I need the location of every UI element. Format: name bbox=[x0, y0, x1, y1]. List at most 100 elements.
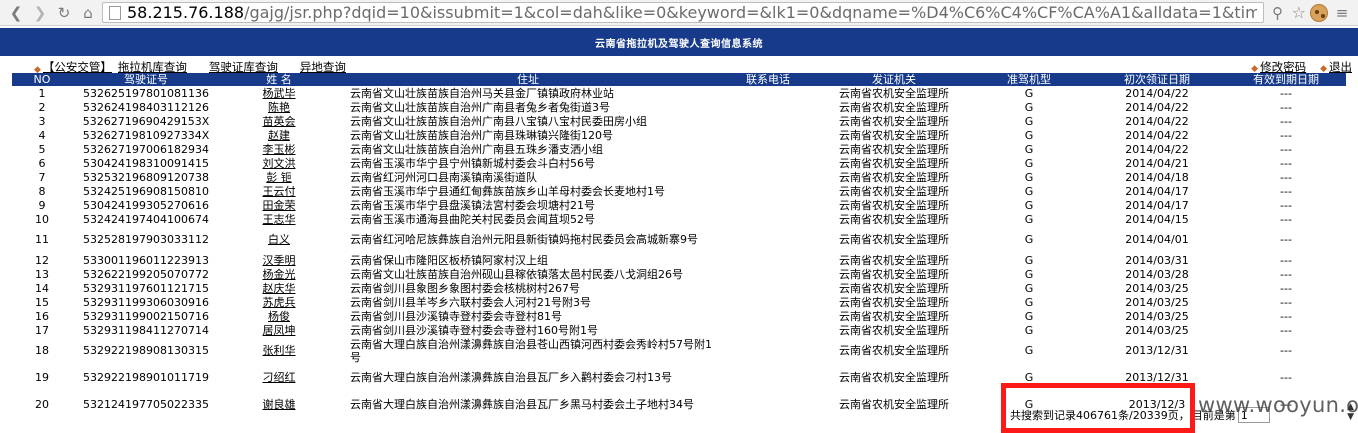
menu-icon[interactable]: ≡ bbox=[1332, 3, 1352, 23]
address-bar[interactable]: 58.215.76.188/gajg/jsr.php?dqid=10&issub… bbox=[102, 2, 1264, 23]
cell-issuing-authority: 云南省农机安全监理所 bbox=[839, 184, 949, 198]
holder-name-link[interactable]: 张利华 bbox=[263, 344, 296, 357]
cell-license-number: 532424197404100674 bbox=[83, 212, 209, 226]
cell-address: 云南省文山壮族苗族自治州马关县金厂镇镇政府林业站 bbox=[350, 86, 614, 100]
cell-row-number: 7 bbox=[38, 170, 46, 184]
cell-vehicle-type: G bbox=[1024, 281, 1034, 295]
search-icon[interactable]: ⚲ bbox=[1268, 3, 1288, 23]
logout-link[interactable]: 退出 bbox=[1329, 60, 1352, 74]
change-password-link[interactable]: 修改密码 bbox=[1260, 60, 1306, 74]
cell-issuing-authority: 云南省农机安全监理所 bbox=[839, 309, 949, 323]
cell-holder-name: 杨武毕 bbox=[220, 86, 338, 100]
holder-name-link[interactable]: 陈艳 bbox=[268, 101, 290, 114]
reload-icon[interactable]: ↻ bbox=[54, 3, 74, 23]
holder-name-link[interactable]: 苏虎兵 bbox=[263, 296, 296, 309]
cell-issuing-authority: 云南省农机安全监理所 bbox=[839, 198, 949, 212]
cell-first-issue-date: 2014/03/25 bbox=[1125, 295, 1189, 309]
table-row: 2 532624198403112126 陈艳 云南省文山壮族苗族自治州广南县者兔乡者… bbox=[12, 100, 1346, 114]
cell-holder-name: 张利华 bbox=[220, 337, 338, 364]
cell-row-number: 16 bbox=[35, 309, 49, 323]
holder-name-link[interactable]: 杨俊 bbox=[268, 310, 290, 323]
holder-name-link[interactable]: 彭 钷 bbox=[266, 171, 292, 184]
license-table: NO 驾驶证号 姓 名 住址 联系电话 发证机关 准驾机型 初次领证日期 有效到… bbox=[12, 73, 1346, 418]
holder-name-link[interactable]: 谢良雄 bbox=[263, 398, 296, 411]
cookie-extension-icon[interactable] bbox=[1310, 3, 1328, 22]
holder-name-link[interactable]: 刁绍红 bbox=[263, 371, 296, 384]
cell-license-number: 532625197801081136 bbox=[83, 86, 209, 100]
cell-first-issue-date: 2014/04/22 bbox=[1125, 100, 1189, 114]
holder-name-link[interactable]: 居凤坤 bbox=[263, 324, 296, 337]
table-row: 3 53262719690429153X 苗英会 云南省文山壮族苗族自治州广南县八宝镇… bbox=[12, 114, 1346, 128]
holder-name-link[interactable]: 白义 bbox=[268, 233, 290, 246]
cell-first-issue-date: 2014/04/22 bbox=[1125, 128, 1189, 142]
cell-first-issue-date: 2014/04/15 bbox=[1125, 212, 1189, 226]
cell-license-number: 532124197705022335 bbox=[83, 398, 209, 411]
cell-first-issue-date: 2013/12/31 bbox=[1125, 344, 1189, 357]
holder-name-link[interactable]: 赵建 bbox=[268, 129, 290, 142]
cell-expiry-date: --- bbox=[1280, 86, 1292, 100]
bookmark-star-icon[interactable]: ☆ bbox=[1292, 3, 1306, 22]
cell-holder-name: 汉季明 bbox=[220, 253, 338, 267]
home-icon[interactable]: ⌂ bbox=[78, 3, 98, 23]
table-row: 4 53262719810927334X 赵建 云南省文山壮族苗族自治州广南县珠琳镇兴… bbox=[12, 128, 1346, 142]
holder-name-link[interactable]: 刘文洪 bbox=[263, 157, 296, 170]
cell-phone bbox=[718, 391, 818, 418]
table-row: 10 532424197404100674 王志华 云南省玉溪市通海县曲陀关村民委员会… bbox=[12, 212, 1346, 226]
cell-license-number: 532622199205070772 bbox=[83, 267, 209, 281]
cell-license-number: 532425196908150810 bbox=[83, 184, 209, 198]
table-row: 18 532922198908130315 张利华 云南省大理白族自治州漾濞彝族自治县… bbox=[12, 337, 1346, 364]
holder-name-link[interactable]: 汉季明 bbox=[263, 254, 296, 267]
cell-issuing-authority: 云南省农机安全监理所 bbox=[839, 371, 949, 384]
col-header-vehicle-type: 准驾机型 bbox=[970, 73, 1088, 86]
col-header-address: 住址 bbox=[338, 73, 718, 86]
back-arrow-icon[interactable]: ❮ bbox=[6, 3, 26, 23]
cell-first-issue-date: 2014/04/01 bbox=[1125, 233, 1189, 246]
holder-name-link[interactable]: 李玉彬 bbox=[263, 143, 296, 156]
cell-vehicle-type: G bbox=[1024, 100, 1034, 114]
cell-address: 云南省文山壮族苗族自治州广南县珠琳镇兴隆街120号 bbox=[350, 128, 613, 142]
cell-first-issue-date: 2014/04/22 bbox=[1125, 114, 1189, 128]
cell-address: 云南省文山壮族苗族自治州广南县五珠乡潘支洒小组 bbox=[350, 142, 603, 156]
holder-name-link[interactable]: 杨武毕 bbox=[263, 87, 296, 100]
scroll-arrows-icon[interactable]: ▲ ▼ bbox=[1347, 402, 1354, 422]
cell-expiry-date: --- bbox=[1280, 295, 1292, 309]
cell-expiry-date: --- bbox=[1280, 198, 1292, 212]
cell-vehicle-type: G bbox=[1024, 114, 1034, 128]
cell-phone bbox=[718, 86, 818, 100]
holder-name-link[interactable]: 王志华 bbox=[263, 213, 296, 226]
cell-row-number: 17 bbox=[35, 323, 49, 337]
col-header-no: NO bbox=[12, 73, 72, 86]
cell-address: 云南省剑川县象图乡象图村委会核桃树村267号 bbox=[350, 281, 580, 295]
cell-first-issue-date: 2014/04/21 bbox=[1125, 156, 1189, 170]
cell-license-number: 532922198908130315 bbox=[83, 344, 209, 357]
cell-vehicle-type: G bbox=[1024, 86, 1034, 100]
cell-expiry-date: --- bbox=[1280, 344, 1292, 357]
table-row: 14 532931197601121715 赵庆华 云南省剑川县象图乡象图村委会核桃树… bbox=[12, 281, 1346, 295]
holder-name-link[interactable]: 田金荣 bbox=[263, 199, 296, 212]
holder-name-link[interactable]: 苗英会 bbox=[263, 115, 296, 128]
cell-license-number: 532931198411270714 bbox=[83, 323, 209, 337]
cell-first-issue-date: 2014/04/18 bbox=[1125, 170, 1189, 184]
cell-expiry-date: --- bbox=[1280, 114, 1292, 128]
cell-vehicle-type: G bbox=[1024, 142, 1034, 156]
cell-issuing-authority: 云南省农机安全监理所 bbox=[839, 128, 949, 142]
cell-phone bbox=[718, 170, 818, 184]
holder-name-link[interactable]: 王云付 bbox=[263, 185, 296, 198]
site-title: 云南省拖拉机及驾驶人查询信息系统 bbox=[595, 38, 763, 50]
cell-row-number: 8 bbox=[38, 184, 46, 198]
cell-vehicle-type: G bbox=[1024, 233, 1034, 246]
cell-expiry-date: --- bbox=[1280, 184, 1292, 198]
holder-name-link[interactable]: 杨金光 bbox=[263, 268, 296, 281]
cell-row-number: 12 bbox=[35, 253, 49, 267]
cell-expiry-date: --- bbox=[1280, 309, 1292, 323]
cell-issuing-authority: 云南省农机安全监理所 bbox=[839, 295, 949, 309]
table-row: 8 532425196908150810 王云付 云南省玉溪市华宁县通红甸彝族苗族乡山… bbox=[12, 184, 1346, 198]
forward-arrow-icon[interactable]: ❯ bbox=[30, 3, 50, 23]
holder-name-link[interactable]: 赵庆华 bbox=[263, 282, 296, 295]
cell-holder-name: 白义 bbox=[220, 226, 338, 253]
cell-phone bbox=[718, 156, 818, 170]
cell-license-number: 532931199002150716 bbox=[83, 309, 209, 323]
cell-issuing-authority: 云南省农机安全监理所 bbox=[839, 398, 949, 411]
cell-address: 云南省保山市隆阳区板桥镇阿家村汉上组 bbox=[350, 253, 548, 267]
cell-phone bbox=[718, 267, 818, 281]
